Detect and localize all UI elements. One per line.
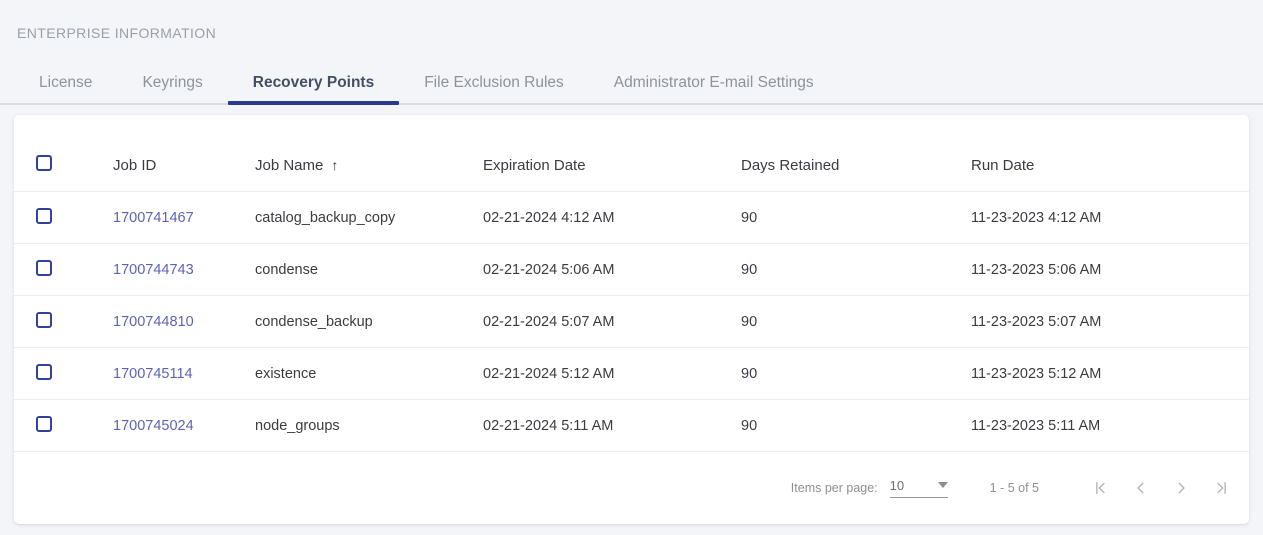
column-header-label: Job ID [113,157,156,174]
tab-administrator-email-settings[interactable]: Administrator E-mail Settings [589,62,839,103]
days-retained-cell: 90 [741,210,971,226]
job-name-cell: existence [255,366,483,382]
days-retained-cell: 90 [741,366,971,382]
row-checkbox[interactable] [36,416,52,432]
header-checkbox-cell [14,155,113,175]
first-page-icon [1091,478,1111,498]
table-row: 1700741467 catalog_backup_copy 02-21-202… [14,192,1249,244]
tab-recovery-points[interactable]: Recovery Points [228,62,399,103]
expiration-date-cell: 02-21-2024 4:12 AM [483,210,741,226]
row-checkbox[interactable] [36,364,52,380]
expiration-date-cell: 02-21-2024 5:06 AM [483,262,741,278]
run-date-cell: 11-23-2023 4:12 AM [971,210,1249,226]
column-header-days-retained[interactable]: Days Retained [741,157,971,174]
row-checkbox[interactable] [36,260,52,276]
items-per-page-value: 10 [890,478,904,493]
row-checkbox[interactable] [36,312,52,328]
last-page-icon [1211,478,1231,498]
table-row: 1700745114 existence 02-21-2024 5:12 AM … [14,348,1249,400]
job-name-cell: condense_backup [255,314,483,330]
job-name-cell: node_groups [255,418,483,434]
job-name-cell: catalog_backup_copy [255,210,483,226]
tab-label: File Exclusion Rules [424,74,564,92]
dropdown-arrow-icon [938,482,948,488]
expiration-date-cell: 02-21-2024 5:12 AM [483,366,741,382]
table-row: 1700745024 node_groups 02-21-2024 5:11 A… [14,400,1249,452]
paginator-range-label: 1 - 5 of 5 [990,481,1039,495]
column-header-label: Run Date [971,157,1034,174]
first-page-button[interactable] [1089,476,1113,500]
paginator: Items per page: 10 1 - 5 of 5 [14,452,1249,523]
chevron-left-icon [1131,478,1151,498]
job-id-link[interactable]: 1700741467 [113,210,194,226]
expiration-date-cell: 02-21-2024 5:07 AM [483,314,741,330]
tab-label: Keyrings [142,74,202,92]
run-date-cell: 11-23-2023 5:07 AM [971,314,1249,330]
job-id-link[interactable]: 1700745114 [113,366,193,382]
days-retained-cell: 90 [741,262,971,278]
items-per-page-label: Items per page: [791,481,878,495]
tab-label: Recovery Points [253,74,374,92]
column-header-label: Expiration Date [483,157,586,174]
run-date-cell: 11-23-2023 5:11 AM [971,418,1249,434]
table-header-row: Job ID Job Name ↑ Expiration Date Days Re… [14,115,1249,192]
expiration-date-cell: 02-21-2024 5:11 AM [483,418,741,434]
column-header-label: Days Retained [741,157,839,174]
tab-keyrings[interactable]: Keyrings [117,62,227,103]
sort-ascending-icon: ↑ [331,157,338,173]
column-header-run-date[interactable]: Run Date [971,157,1249,174]
tab-bar: License Keyrings Recovery Points File Ex… [0,62,1263,105]
recovery-points-table-card: Job ID Job Name ↑ Expiration Date Days Re… [14,115,1249,524]
tab-file-exclusion-rules[interactable]: File Exclusion Rules [399,62,589,103]
table-row: 1700744743 condense 02-21-2024 5:06 AM 9… [14,244,1249,296]
next-page-button[interactable] [1169,476,1193,500]
page-title: ENTERPRISE INFORMATION [0,0,1263,41]
days-retained-cell: 90 [741,314,971,330]
column-header-expiration-date[interactable]: Expiration Date [483,157,741,174]
job-name-cell: condense [255,262,483,278]
job-id-link[interactable]: 1700744743 [113,262,194,278]
active-tab-indicator [228,101,399,105]
select-all-checkbox[interactable] [36,155,52,171]
last-page-button[interactable] [1209,476,1233,500]
job-id-link[interactable]: 1700745024 [113,418,194,434]
column-header-label: Job Name [255,157,323,174]
run-date-cell: 11-23-2023 5:06 AM [971,262,1249,278]
tab-license[interactable]: License [14,62,117,103]
previous-page-button[interactable] [1129,476,1153,500]
column-header-job-name[interactable]: Job Name ↑ [255,157,483,174]
items-per-page-select[interactable]: 10 [890,478,948,498]
run-date-cell: 11-23-2023 5:12 AM [971,366,1249,382]
job-id-link[interactable]: 1700744810 [113,314,194,330]
row-checkbox[interactable] [36,208,52,224]
days-retained-cell: 90 [741,418,971,434]
column-header-job-id[interactable]: Job ID [113,157,255,174]
table-row: 1700744810 condense_backup 02-21-2024 5:… [14,296,1249,348]
chevron-right-icon [1171,478,1191,498]
tab-label: Administrator E-mail Settings [614,74,814,92]
tab-label: License [39,74,92,92]
